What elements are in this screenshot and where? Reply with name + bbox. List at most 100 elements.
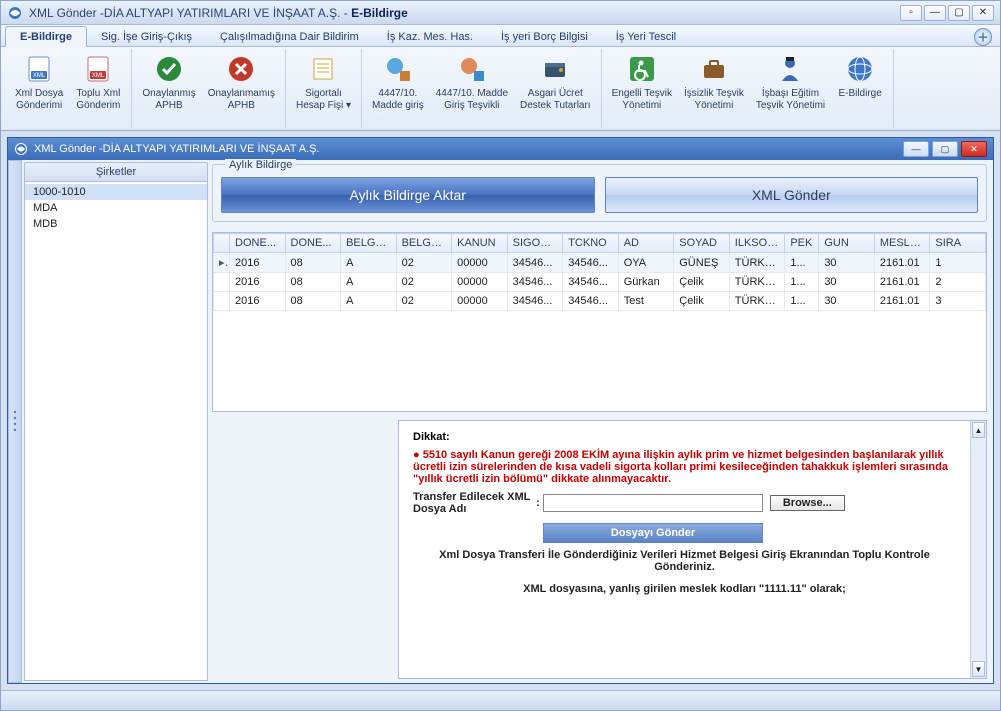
add-tab-button[interactable]: ＋ bbox=[974, 28, 992, 46]
grid-cell[interactable]: 2016 bbox=[230, 253, 286, 273]
grid-cell[interactable]: Çelik bbox=[674, 273, 730, 292]
left-edge-collapse[interactable] bbox=[8, 160, 22, 683]
scroll-down-button[interactable]: ▼ bbox=[972, 661, 985, 677]
ribbon-check-circle[interactable]: Onaylanmış APHB bbox=[136, 49, 201, 128]
ribbon-wallet[interactable]: Asgari Ücret Destek Tutarları bbox=[514, 49, 597, 128]
grid-col-header[interactable]: SIGOR... bbox=[507, 234, 563, 253]
table-row[interactable]: 201608A020000034546...34546...GürkanÇeli… bbox=[214, 273, 986, 292]
grid-cell[interactable]: 3 bbox=[930, 292, 986, 311]
window-minimize-button[interactable]: — bbox=[924, 5, 946, 21]
grid-cell[interactable]: Gürkan bbox=[618, 273, 674, 292]
tab-i-yeri-bor-bilgisi[interactable]: İş yeri Borç Bilgisi bbox=[487, 27, 602, 46]
grid-cell[interactable]: 1... bbox=[785, 253, 819, 273]
ribbon-person[interactable]: İşbaşı Eğitim Teşvik Yönetimi bbox=[750, 49, 831, 128]
grid-cell[interactable]: 2016 bbox=[230, 273, 286, 292]
notice-scrollbar[interactable]: ▲ ▼ bbox=[970, 421, 986, 678]
grid-cell[interactable]: TÜRKMEN bbox=[729, 273, 785, 292]
grid-cell[interactable]: 34546... bbox=[507, 292, 563, 311]
grid-cell[interactable]: 34546... bbox=[507, 273, 563, 292]
grid-col-header[interactable]: PEK bbox=[785, 234, 819, 253]
ribbon-globe-bag[interactable]: 4447/10. Madde giriş bbox=[366, 49, 430, 128]
send-file-button[interactable]: Dosyayı Gönder bbox=[543, 523, 763, 543]
grid-cell[interactable]: 30 bbox=[819, 292, 875, 311]
grid-cell[interactable]: 34546... bbox=[507, 253, 563, 273]
inner-close-button[interactable]: ✕ bbox=[961, 141, 987, 157]
grid-cell[interactable]: 34546... bbox=[563, 292, 619, 311]
grid-cell[interactable]: 2 bbox=[930, 273, 986, 292]
grid-cell[interactable]: 08 bbox=[285, 292, 341, 311]
window-maximize-button[interactable]: ▢ bbox=[948, 5, 970, 21]
grid-cell[interactable]: Çelik bbox=[674, 292, 730, 311]
sidebar-item-mda[interactable]: MDA bbox=[25, 200, 207, 216]
ribbon-xml-doc[interactable]: XMLXml Dosya Gönderimi bbox=[9, 49, 69, 128]
ribbon-globe[interactable]: E-Bildirge bbox=[831, 49, 889, 128]
grid-cell[interactable]: TÜRKMEN bbox=[729, 253, 785, 273]
grid-cell[interactable]: 00000 bbox=[452, 273, 508, 292]
grid-col-header[interactable]: GUN bbox=[819, 234, 875, 253]
ribbon-briefcase[interactable]: İşsizlik Teşvik Yönetimi bbox=[678, 49, 750, 128]
ribbon-wheelchair[interactable]: Engelli Teşvik Yönetimi bbox=[606, 49, 678, 128]
grid-cell[interactable]: 1... bbox=[785, 292, 819, 311]
grid-cell[interactable]: 08 bbox=[285, 273, 341, 292]
ribbon-x-circle[interactable]: Onaylanmamış APHB bbox=[202, 49, 281, 128]
grid-col-header[interactable]: BELGE... bbox=[396, 234, 452, 253]
browse-button[interactable]: Browse... bbox=[770, 495, 845, 511]
grid-col-header[interactable]: DONE... bbox=[285, 234, 341, 253]
grid-col-header[interactable]: MESLEKK... bbox=[874, 234, 930, 253]
sidebar-item-mdb[interactable]: MDB bbox=[25, 216, 207, 232]
tab-i-kaz-mes-has-[interactable]: İş Kaz. Mes. Has. bbox=[373, 27, 487, 46]
grid-cell[interactable]: 00000 bbox=[452, 292, 508, 311]
grid-cell[interactable]: 2161.01 bbox=[874, 253, 930, 273]
grid-cell[interactable]: A bbox=[341, 292, 397, 311]
grid-col-header[interactable]: AD bbox=[618, 234, 674, 253]
grid-cell[interactable]: 08 bbox=[285, 253, 341, 273]
ribbon-globe-bag2[interactable]: 4447/10. Madde Giriş Teşvikli bbox=[430, 49, 514, 128]
grid-cell[interactable]: 1 bbox=[930, 253, 986, 273]
grid-cell[interactable]: 02 bbox=[396, 273, 452, 292]
grid-cell[interactable]: A bbox=[341, 253, 397, 273]
window-close-button[interactable]: ✕ bbox=[972, 5, 994, 21]
grid-cell[interactable]: 30 bbox=[819, 253, 875, 273]
grid-col-header[interactable]: SOYAD bbox=[674, 234, 730, 253]
grid-col-header[interactable]: TCKNO bbox=[563, 234, 619, 253]
sidebar-item-1000-1010[interactable]: 1000-1010 bbox=[25, 184, 207, 200]
inner-app-icon bbox=[14, 142, 28, 156]
grid-col-header[interactable]: BELGE... bbox=[341, 234, 397, 253]
scroll-up-button[interactable]: ▲ bbox=[972, 422, 985, 438]
grid-col-header[interactable]: DONE... bbox=[230, 234, 286, 253]
grid-cell[interactable]: 02 bbox=[396, 253, 452, 273]
inner-maximize-button[interactable]: ▢ bbox=[932, 141, 958, 157]
grid-col-header[interactable]: SIRA bbox=[930, 234, 986, 253]
grid-cell[interactable]: 1... bbox=[785, 273, 819, 292]
window-restore-down-button[interactable]: ▫ bbox=[900, 5, 922, 21]
grid-cell[interactable]: 2161.01 bbox=[874, 292, 930, 311]
inner-minimize-button[interactable]: — bbox=[903, 141, 929, 157]
grid-col-header[interactable]: KANUN bbox=[452, 234, 508, 253]
grid-cell[interactable]: 02 bbox=[396, 292, 452, 311]
tab-sig-i-e-giri-k-[interactable]: Sig. İşe Giriş-Çıkış bbox=[87, 27, 206, 46]
xml-gonder-button[interactable]: XML Gönder bbox=[605, 177, 979, 213]
grid-cell[interactable]: OYA bbox=[618, 253, 674, 273]
table-row[interactable]: ▸201608A020000034546...34546...OYAGÜNEŞT… bbox=[214, 253, 986, 273]
grid-cell[interactable]: TÜRKMEN bbox=[729, 292, 785, 311]
ribbon-receipt[interactable]: Sigortalı Hesap Fişi ▾ bbox=[290, 49, 357, 128]
ribbon-xml-doc-red[interactable]: XMLToplu Xml Gönderim bbox=[69, 49, 127, 128]
grid-cell[interactable]: 34546... bbox=[563, 253, 619, 273]
table-row[interactable]: 201608A020000034546...34546...TestÇelikT… bbox=[214, 292, 986, 311]
ribbon-label: 4447/10. Madde Giriş Teşvikli bbox=[436, 88, 508, 111]
grid-cell[interactable]: 2016 bbox=[230, 292, 286, 311]
tab-i-yeri-tescil[interactable]: İş Yeri Tescil bbox=[602, 27, 690, 46]
grid-cell[interactable]: 00000 bbox=[452, 253, 508, 273]
grid-cell[interactable]: 2161.01 bbox=[874, 273, 930, 292]
grid-col-header[interactable]: ILKSOY... bbox=[729, 234, 785, 253]
grid-cell[interactable]: A bbox=[341, 273, 397, 292]
tab--al-lmad-na-dair-bildirim[interactable]: Çalışılmadığına Dair Bildirim bbox=[206, 27, 373, 46]
grid-cell[interactable]: Test bbox=[618, 292, 674, 311]
grid-cell[interactable]: GÜNEŞ bbox=[674, 253, 730, 273]
grid-cell[interactable]: 34546... bbox=[563, 273, 619, 292]
data-grid[interactable]: DONE...DONE...BELGE...BELGE...KANUNSIGOR… bbox=[212, 232, 987, 412]
tab-e-bildirge[interactable]: E-Bildirge bbox=[5, 26, 87, 47]
transfer-file-input[interactable] bbox=[543, 494, 763, 512]
grid-cell[interactable]: 30 bbox=[819, 273, 875, 292]
aylik-bildirge-aktar-button[interactable]: Aylık Bildirge Aktar bbox=[221, 177, 595, 213]
